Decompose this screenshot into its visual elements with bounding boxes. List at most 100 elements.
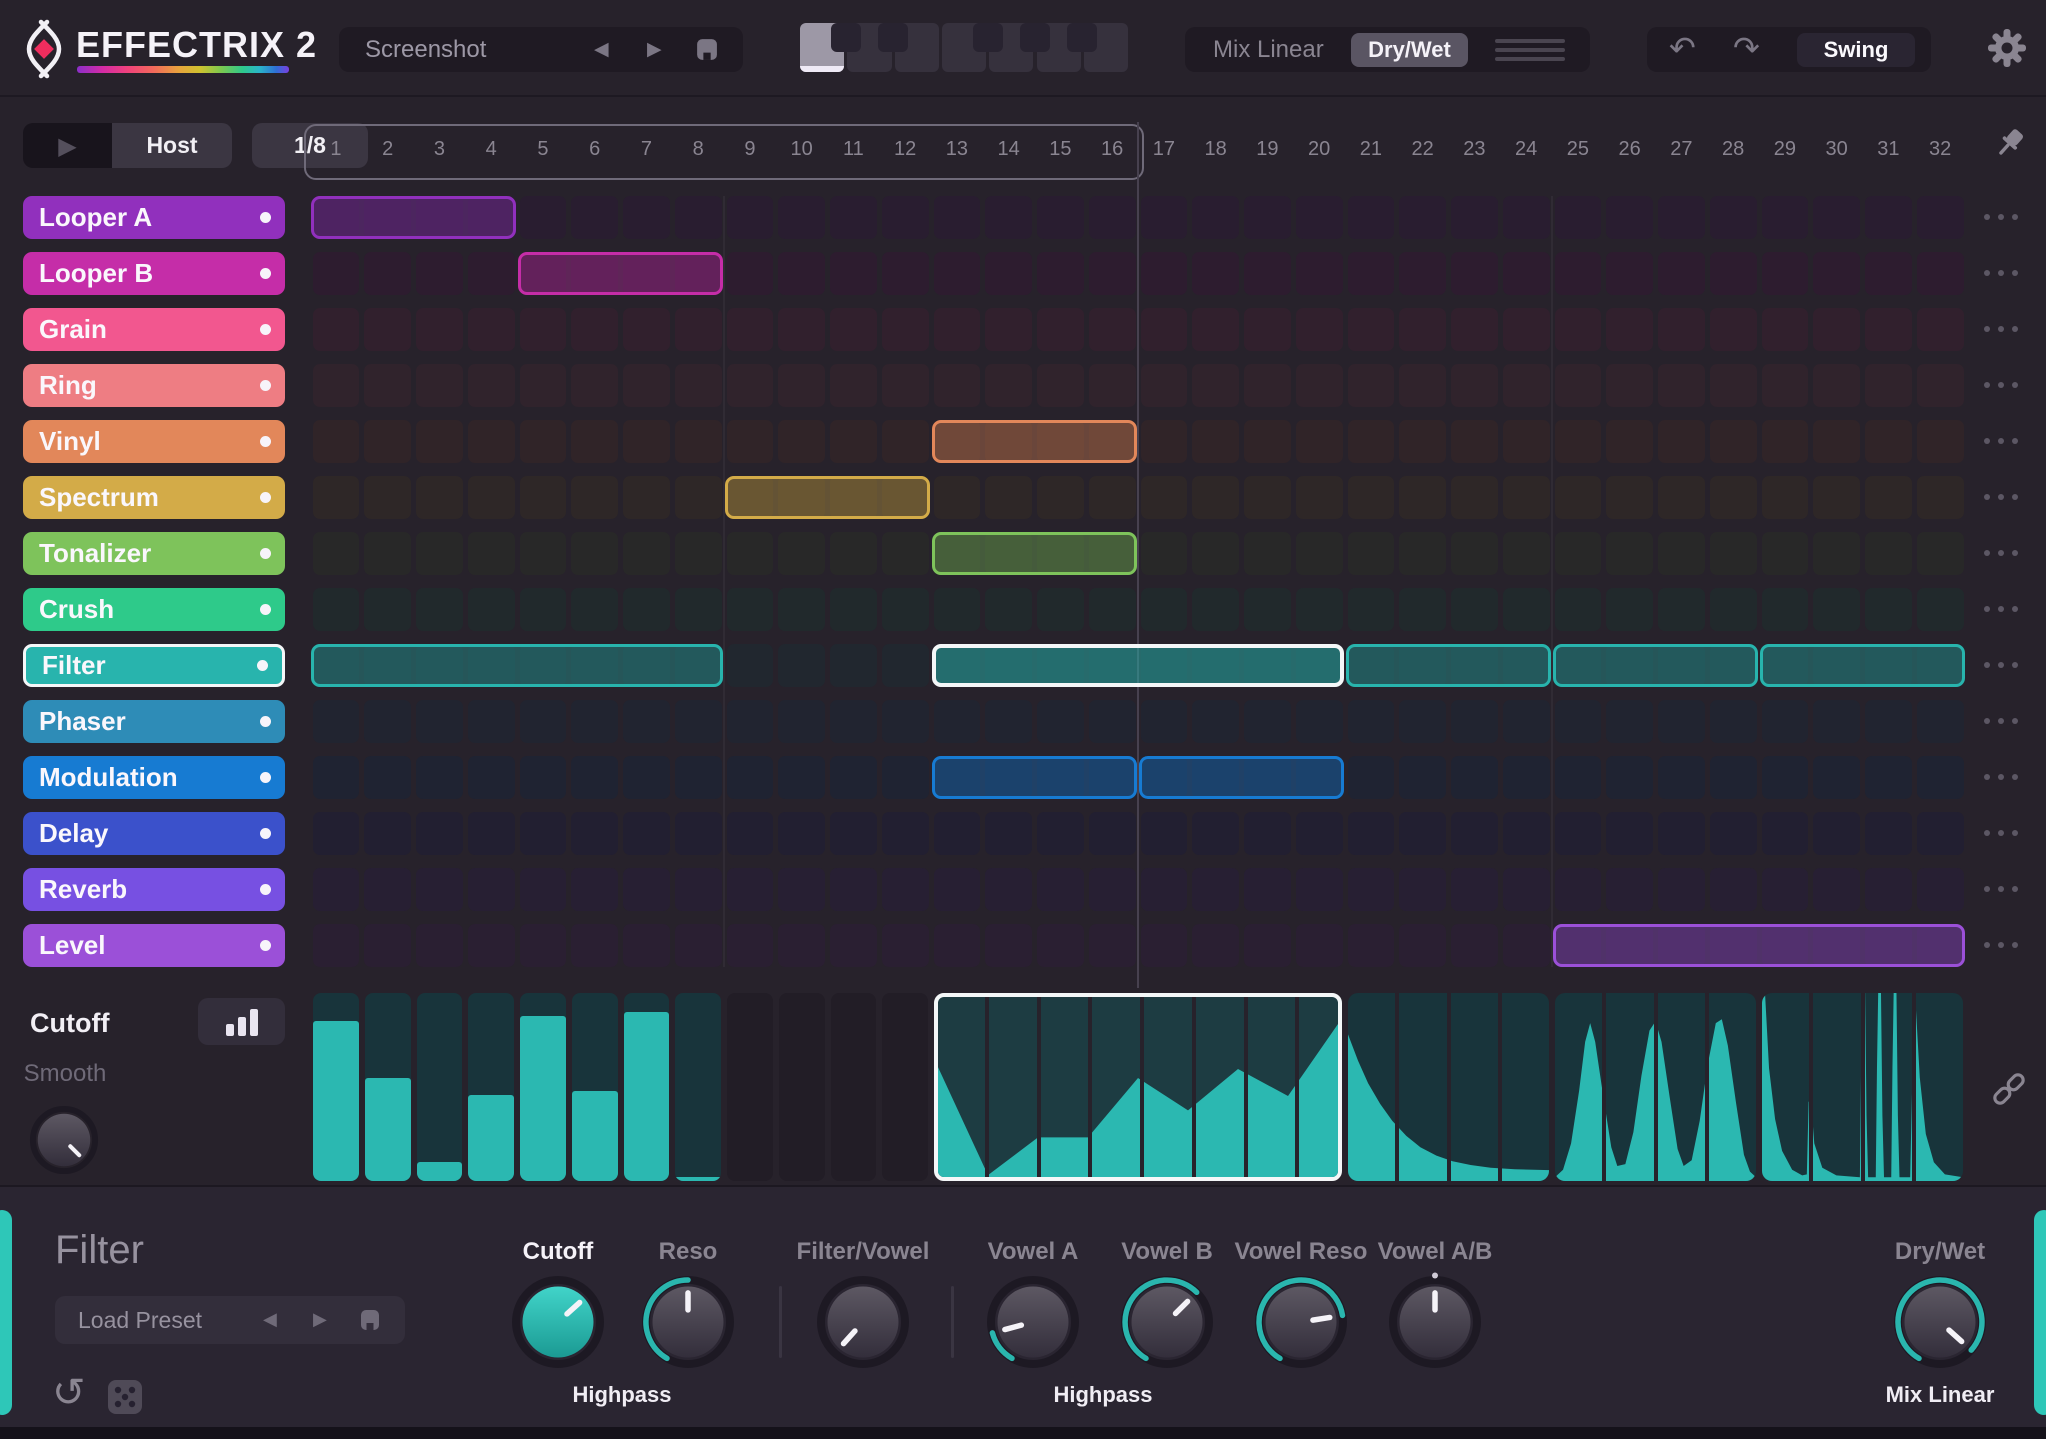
grid-cell[interactable] <box>674 196 722 239</box>
grid-cell[interactable] <box>1813 252 1860 295</box>
grid-cell[interactable] <box>1244 812 1291 855</box>
grid-cell[interactable] <box>1399 252 1446 295</box>
grid-cell[interactable] <box>1709 364 1757 407</box>
grid-cell[interactable] <box>830 644 877 687</box>
grid-cell[interactable] <box>1606 700 1653 743</box>
block-looper-b-5[interactable] <box>518 252 723 295</box>
grid-cell[interactable] <box>1658 532 1705 575</box>
effect-enable-dot[interactable] <box>260 548 271 559</box>
knob-vowel-a-b[interactable] <box>1385 1272 1485 1372</box>
grid-cell[interactable] <box>830 308 877 351</box>
link-icon[interactable] <box>1988 1068 2030 1115</box>
env-bar-step-8[interactable] <box>675 993 721 1181</box>
grid-cell[interactable] <box>1295 196 1343 239</box>
effect-label-delay[interactable]: Delay <box>23 812 285 855</box>
grid-cell[interactable] <box>1709 252 1757 295</box>
grid-cell[interactable] <box>1295 924 1343 967</box>
effect-enable-dot[interactable] <box>260 940 271 951</box>
env-empty-step[interactable] <box>882 993 928 1181</box>
effect-enable-dot[interactable] <box>260 436 271 447</box>
effect-enable-dot[interactable] <box>260 212 271 223</box>
grid-cell[interactable] <box>519 476 567 519</box>
grid-cell[interactable] <box>1088 252 1136 295</box>
row-menu-button[interactable] <box>1984 774 2028 784</box>
grid-cell[interactable] <box>467 420 515 463</box>
grid-cell[interactable] <box>1761 420 1809 463</box>
grid-cell[interactable] <box>1761 588 1809 631</box>
grid-cell[interactable] <box>1502 924 1550 967</box>
grid-cell[interactable] <box>571 868 618 911</box>
grid-cell[interactable] <box>519 812 567 855</box>
grid-cell[interactable] <box>778 756 825 799</box>
effect-label-filter[interactable]: Filter <box>23 644 285 687</box>
grid-cell[interactable] <box>933 308 981 351</box>
row-menu-button[interactable] <box>1984 942 2028 952</box>
grid-cell[interactable] <box>1347 196 1395 239</box>
grid-cell[interactable] <box>364 476 411 519</box>
env-bar-step-3[interactable] <box>416 993 463 1181</box>
grid-cell[interactable] <box>933 700 981 743</box>
grid-cell[interactable] <box>1244 364 1291 407</box>
grid-cell[interactable] <box>881 196 929 239</box>
grid-cell[interactable] <box>1813 812 1860 855</box>
grid-cell[interactable] <box>1709 868 1757 911</box>
grid-cell[interactable] <box>1399 308 1446 351</box>
grid-cell[interactable] <box>1658 868 1705 911</box>
grid-cell[interactable] <box>778 924 825 967</box>
grid-cell[interactable] <box>519 420 567 463</box>
grid-cell[interactable] <box>1347 756 1395 799</box>
grid-cell[interactable] <box>467 812 515 855</box>
grid-cell[interactable] <box>1865 868 1912 911</box>
grid-cell[interactable] <box>674 588 722 631</box>
env-curve-block-29[interactable] <box>1762 993 1963 1181</box>
grid-cell[interactable] <box>830 700 877 743</box>
grid-cell[interactable] <box>623 308 670 351</box>
grid-cell[interactable] <box>1554 868 1602 911</box>
grid-cell[interactable] <box>1916 196 1964 239</box>
env-bar-step-5[interactable] <box>520 993 566 1181</box>
grid-cell[interactable] <box>1295 476 1343 519</box>
grid-cell[interactable] <box>519 588 567 631</box>
grid-cell[interactable] <box>778 420 825 463</box>
row-menu-button[interactable] <box>1984 718 2028 728</box>
grid-cell[interactable] <box>674 868 722 911</box>
grid-cell[interactable] <box>1088 308 1136 351</box>
grid-cell[interactable] <box>312 252 360 295</box>
grid-cell[interactable] <box>674 812 722 855</box>
grid-cell[interactable] <box>1451 252 1498 295</box>
grid-cell[interactable] <box>1037 812 1084 855</box>
panel-reset-icon[interactable]: ↺ <box>52 1370 86 1416</box>
grid-cell[interactable] <box>726 252 774 295</box>
grid-cell[interactable] <box>1399 588 1446 631</box>
env-bar-step-7[interactable] <box>623 993 670 1181</box>
grid-cell[interactable] <box>1761 532 1809 575</box>
preset-name[interactable]: Screenshot <box>365 36 486 64</box>
env-curve-block-25[interactable] <box>1555 993 1756 1181</box>
grid-cell[interactable] <box>1813 532 1860 575</box>
grid-cell[interactable] <box>1916 756 1964 799</box>
grid-cell[interactable] <box>830 420 877 463</box>
grid-cell[interactable] <box>623 532 670 575</box>
grid-cell[interactable] <box>1192 812 1239 855</box>
grid-cell[interactable] <box>1037 700 1084 743</box>
grid-cell[interactable] <box>881 700 929 743</box>
grid-cell[interactable] <box>416 532 463 575</box>
grid-cell[interactable] <box>467 924 515 967</box>
grid-cell[interactable] <box>1813 364 1860 407</box>
grid-cell[interactable] <box>1865 196 1912 239</box>
settings-gear-icon[interactable] <box>1987 28 2027 73</box>
grid-cell[interactable] <box>1451 812 1498 855</box>
effect-enable-dot[interactable] <box>260 772 271 783</box>
grid-cell[interactable] <box>1761 756 1809 799</box>
grid-cell[interactable] <box>1192 308 1239 351</box>
grid-cell[interactable] <box>1192 364 1239 407</box>
grid-cell[interactable] <box>778 812 825 855</box>
grid-cell[interactable] <box>1865 532 1912 575</box>
grid-cell[interactable] <box>416 812 463 855</box>
grid-cell[interactable] <box>416 476 463 519</box>
grid-cell[interactable] <box>1295 588 1343 631</box>
grid-cell[interactable] <box>1709 700 1757 743</box>
grid-cell[interactable] <box>1761 812 1809 855</box>
grid-cell[interactable] <box>1865 700 1912 743</box>
grid-cell[interactable] <box>1244 532 1291 575</box>
